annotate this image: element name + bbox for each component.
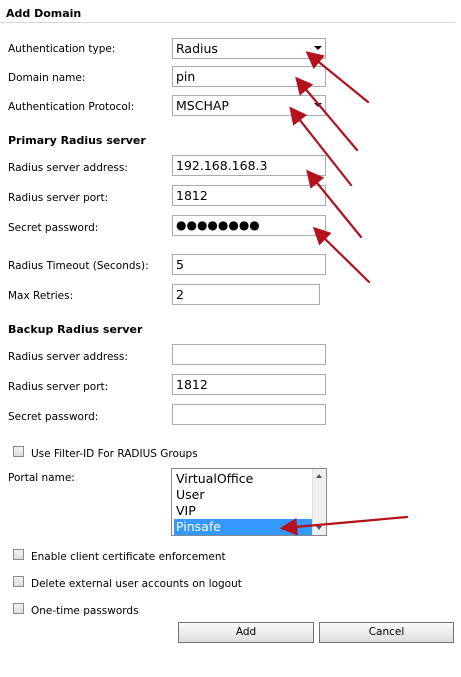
primary-secret-label: Secret password: [8,222,99,234]
backup-secret-label: Secret password: [8,411,99,423]
primary-port-input[interactable]: 1812 [172,185,326,206]
backup-secret-input[interactable] [172,404,326,425]
chevron-down-icon [314,103,322,107]
portal-option-selected[interactable]: Pinsafe [174,519,312,535]
backup-address-input[interactable] [172,344,326,365]
auth-type-value: Radius [176,41,218,56]
timeout-label: Radius Timeout (Seconds): [8,260,149,272]
filter-id-checkbox[interactable] [13,446,24,457]
delete-accounts-checkbox[interactable] [13,576,24,587]
max-retries-label: Max Retries: [8,290,74,302]
primary-server-heading: Primary Radius server [8,134,146,147]
portal-name-listbox[interactable]: VirtualOffice User VIP Pinsafe [171,468,327,536]
auth-protocol-select[interactable]: MSCHAP [172,95,326,116]
backup-server-heading: Backup Radius server [8,323,143,336]
auth-protocol-label: Authentication Protocol: [8,101,135,113]
otp-checkbox[interactable] [13,603,24,614]
primary-secret-input[interactable]: ●●●●●●●● [172,215,326,236]
domain-name-label: Domain name: [8,72,86,84]
client-cert-checkbox[interactable] [13,549,24,560]
scroll-up-icon[interactable] [316,474,322,478]
client-cert-label: Enable client certificate enforcement [31,551,226,563]
listbox-scrollbar[interactable] [312,469,326,535]
max-retries-input[interactable]: 2 [172,284,320,305]
auth-type-select[interactable]: Radius [172,38,326,59]
primary-address-input[interactable]: 192.168.168.3 [172,155,326,176]
portal-option[interactable]: VirtualOffice [174,471,312,487]
chevron-down-icon [314,46,322,50]
timeout-input[interactable]: 5 [172,254,326,275]
backup-port-label: Radius server port: [8,381,109,393]
portal-option[interactable]: VIP [174,503,312,519]
cancel-button[interactable]: Cancel [319,622,454,643]
portal-name-label: Portal name: [8,472,75,484]
portal-option[interactable]: User [174,487,312,503]
filter-id-label: Use Filter-ID For RADIUS Groups [31,448,198,460]
title-divider [0,22,454,23]
backup-address-label: Radius server address: [8,351,128,363]
otp-label: One-time passwords [31,605,139,617]
primary-address-label: Radius server address: [8,162,128,174]
panel-title: Add Domain [6,7,82,20]
add-button[interactable]: Add [178,622,314,643]
primary-port-label: Radius server port: [8,192,109,204]
auth-protocol-value: MSCHAP [176,98,229,113]
backup-port-input[interactable]: 1812 [172,374,326,395]
scroll-down-icon[interactable] [316,526,322,530]
auth-type-label: Authentication type: [8,43,116,55]
domain-name-input[interactable]: pin [172,66,326,87]
delete-accounts-label: Delete external user accounts on logout [31,578,242,590]
